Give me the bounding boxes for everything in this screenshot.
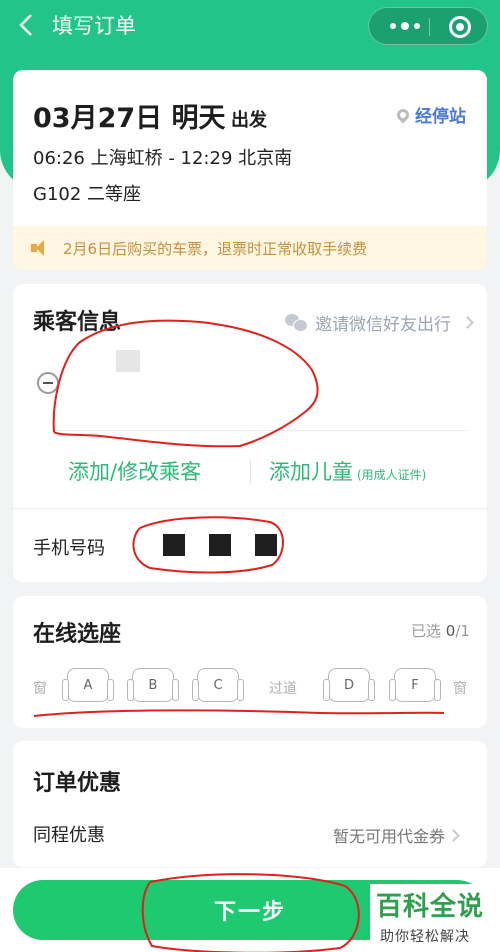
redacted-phone-block — [209, 534, 231, 556]
seat-b[interactable]: B — [127, 668, 179, 702]
phone-label: 手机号码 — [33, 538, 105, 559]
refund-notice: 2月6日后购买的车票，退票时正常收取手续费 — [13, 226, 487, 270]
voucher-selector[interactable]: 暂无可用代金券 — [333, 823, 460, 847]
promo-label: 同程优惠 — [33, 825, 105, 846]
mini-program-capsule — [368, 7, 488, 45]
aisle-label: 过道 — [269, 681, 297, 697]
seat-d[interactable]: D — [323, 668, 375, 702]
speaker-icon — [31, 240, 51, 256]
add-edit-passenger-button[interactable]: 添加/修改乘客 — [68, 456, 201, 486]
seat-selected-count: 已选 0/1 — [411, 622, 470, 640]
wechat-icon — [285, 314, 308, 332]
nav-bar: 填写订单 — [0, 0, 500, 54]
watermark-subtitle: 助你轻松解决 — [380, 929, 470, 945]
back-button[interactable] — [14, 12, 38, 38]
chevron-left-icon — [19, 14, 32, 36]
passenger-card: 乘客信息 邀请微信好友出行 添加/修改乘客 添加儿童 (用成人证件) 手机号码 — [13, 284, 487, 582]
page-title: 填写订单 — [52, 14, 136, 38]
trip-date: 03月27日 明天 — [33, 103, 226, 134]
invite-wechat-friend-link[interactable]: 邀请微信好友出行 — [285, 310, 474, 335]
watermark: 百科全说 助你轻松解决 — [370, 884, 488, 948]
redacted-phone-block — [163, 534, 185, 556]
more-dots-icon — [390, 23, 396, 29]
watermark-title: 百科全说 — [376, 892, 485, 922]
promo-card: 订单优惠 同程优惠 暂无可用代金券 — [13, 741, 487, 867]
seat-f[interactable]: F — [389, 668, 441, 702]
seat-a[interactable]: A — [62, 668, 114, 702]
redacted-passenger-name — [116, 350, 140, 372]
seat-title: 在线选座 — [33, 622, 122, 647]
close-mini-program-icon[interactable] — [449, 16, 471, 38]
window-label-left: 窗 — [33, 681, 47, 697]
promo-title: 订单优惠 — [33, 771, 122, 796]
trip-route: 06:26 上海虹桥 - 12:29 北京南 — [33, 148, 293, 169]
passenger-title: 乘客信息 — [33, 310, 122, 335]
redacted-phone-block — [255, 534, 277, 556]
remove-passenger-icon[interactable] — [37, 372, 59, 394]
window-label-right: 窗 — [453, 681, 467, 697]
add-child-button[interactable]: 添加儿童 (用成人证件) — [269, 456, 426, 486]
location-pin-icon — [394, 106, 412, 123]
chevron-right-icon — [447, 828, 460, 842]
chevron-right-icon — [461, 316, 474, 329]
depart-label: 出发 — [231, 110, 267, 131]
seat-selection-card: 在线选座 已选 0/1 窗 A B C 过道 D F 窗 — [13, 596, 487, 728]
stops-link[interactable]: 经停站 — [394, 102, 466, 127]
seat-c[interactable]: C — [192, 668, 244, 702]
train-info: G102 二等座 — [33, 184, 142, 205]
more-button[interactable] — [385, 8, 425, 44]
trip-card: 03月27日 明天 出发 经停站 06:26 上海虹桥 - 12:29 北京南 … — [13, 70, 487, 270]
